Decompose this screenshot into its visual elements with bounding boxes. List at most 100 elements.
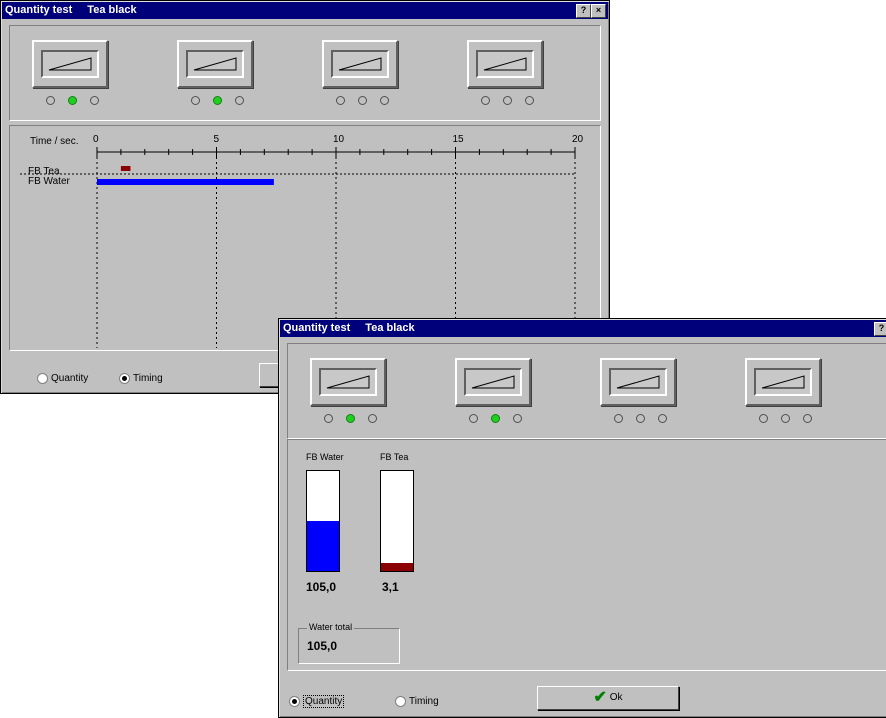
help-icon[interactable]: ? [576,4,591,18]
gauge-display [186,50,244,78]
status-led-icon [513,414,522,423]
status-led-icon [658,414,667,423]
gauge-1 [32,40,108,88]
gauge-2-leds [469,414,529,424]
status-led-icon [68,96,77,105]
ramp-icon [471,375,515,389]
quantity-panel: FB Water FB Tea 105,0 3,1 Water total 10… [287,439,886,671]
gauge-2 [177,40,253,88]
window-title-product: Tea black [365,322,415,334]
gauge-3-leds [614,414,674,424]
status-led-icon [481,96,490,105]
radio-quantity[interactable]: Quantity [289,695,345,709]
status-led-icon [525,96,534,105]
gauge-display [754,368,812,396]
ramp-icon [616,375,660,389]
water-level-bar [306,470,340,572]
gauge-4 [467,40,543,88]
time-tick-label: 20 [572,134,584,145]
water-timing-bar [97,179,274,185]
time-tick-label: 0 [93,134,99,145]
status-led-icon [191,96,200,105]
ok-button-label: Ok [609,692,623,703]
ok-button[interactable]: ✔ Ok [537,686,679,710]
water-total-caption: Water total [307,622,355,632]
status-led-icon [90,96,99,105]
status-led-icon [213,96,222,105]
tea-timing-bar [120,166,131,171]
window-title-product: Tea black [87,4,137,16]
status-led-icon [235,96,244,105]
status-led-icon [469,414,478,423]
status-led-icon [803,414,812,423]
status-led-icon [636,414,645,423]
gauge-display [41,50,99,78]
gauge-4 [745,358,821,406]
radio-timing[interactable]: Timing [395,696,439,707]
gauge-display [464,368,522,396]
ramp-icon [48,57,92,71]
gauge-display [331,50,389,78]
status-led-icon [358,96,367,105]
bar-label-tea: FB Tea [380,452,409,462]
gauge-display [319,368,377,396]
gauge-4-leds [759,414,819,424]
ramp-icon [483,57,527,71]
gauge-display [609,368,667,396]
status-led-icon [380,96,389,105]
gauge-panel [9,25,601,121]
close-icon[interactable]: × [591,4,606,18]
radio-quantity-label: Quantity [51,373,89,385]
gauge-4-leds [481,96,541,106]
radio-timing-circle[interactable] [119,373,130,384]
tea-value: 3,1 [382,580,399,594]
gauge-3 [322,40,398,88]
status-led-icon [46,96,55,105]
front-window: Quantity test Tea black ? FB Water FB Te… [278,318,886,718]
status-led-icon [614,414,623,423]
tea-level-bar [380,470,414,572]
ramp-icon [338,57,382,71]
bar-label-water: FB Water [306,452,344,462]
gauge-3 [600,358,676,406]
row-label-water: FB Water [28,176,70,187]
water-value: 105,0 [306,580,337,594]
water-total-group: Water total 105,0 [298,622,400,664]
gauge-3-leds [336,96,396,106]
gauge-1-leds [324,414,384,424]
window-title: Quantity test [5,4,73,16]
gauge-panel [287,343,886,439]
radio-quantity-circle[interactable] [37,373,48,384]
radio-timing[interactable]: Timing [119,373,163,384]
window-title: Quantity test [283,322,351,334]
ramp-icon [193,57,237,71]
gauge-display [476,50,534,78]
tea-level-fill [381,563,413,571]
radio-timing-circle[interactable] [395,696,406,707]
status-led-icon [759,414,768,423]
radio-quantity-label: Quantity [303,695,345,709]
ramp-icon [326,375,370,389]
status-led-icon [781,414,790,423]
status-led-icon [368,414,377,423]
status-led-icon [336,96,345,105]
help-icon[interactable]: ? [874,322,886,336]
time-tick-label: 5 [214,134,220,145]
water-total-value: 105,0 [307,639,338,653]
ramp-icon [761,375,805,389]
back-window-titlebar[interactable]: Quantity test Tea black ? × [2,2,608,19]
radio-quantity[interactable]: Quantity [37,373,88,384]
gauge-2-leds [191,96,251,106]
status-led-icon [503,96,512,105]
radio-timing-label: Timing [133,373,163,385]
status-led-icon [324,414,333,423]
front-window-titlebar[interactable]: Quantity test Tea black ? [280,320,886,337]
gauge-2 [455,358,531,406]
status-led-icon [491,414,500,423]
status-led-icon [346,414,355,423]
water-level-fill [307,521,339,571]
time-tick-label: 15 [453,134,465,145]
timeline-chart: 0 5 10 15 20 [20,134,584,348]
gauge-1-leds [46,96,106,106]
radio-quantity-circle[interactable] [289,696,300,707]
